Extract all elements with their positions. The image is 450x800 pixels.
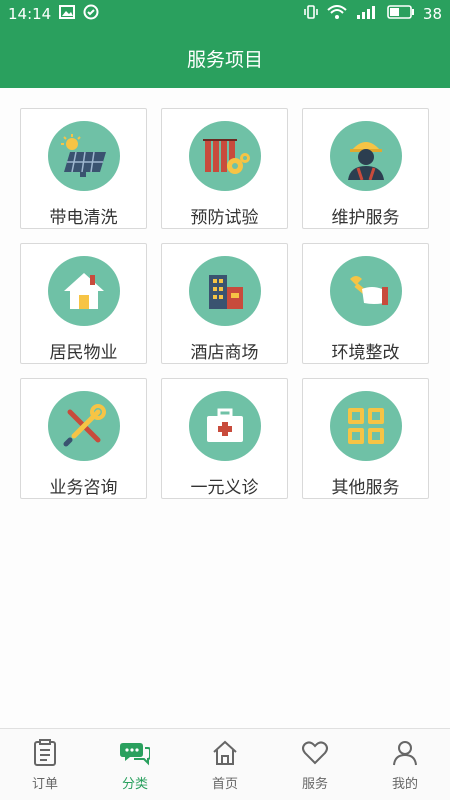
service-label: 一元义诊 <box>190 478 259 498</box>
tab-mine[interactable]: 我的 <box>360 729 450 800</box>
service-label: 环境整改 <box>331 343 400 363</box>
hand-wrench-icon <box>329 256 402 326</box>
service-tile-residential[interactable]: 居民物业 <box>20 243 147 364</box>
tab-category[interactable]: 分类 <box>90 729 180 800</box>
solar-panel-icon <box>47 121 120 191</box>
house-icon <box>47 256 120 326</box>
vibrate-icon <box>303 4 319 24</box>
tab-service[interactable]: 服务 <box>270 729 360 800</box>
status-time: 14:14 <box>8 5 52 23</box>
battery-level: 38 <box>422 5 442 23</box>
tab-label: 订单 <box>31 777 58 792</box>
tab-home[interactable]: 首页 <box>180 729 270 800</box>
app-header: 服务项目 <box>0 28 450 88</box>
service-label: 居民物业 <box>49 343 118 363</box>
service-content: 带电清洗 预防试验 维护服务 居民物业 酒店商场 环境整改 业务咨询 一元义诊 … <box>0 88 450 728</box>
service-tile-other[interactable]: 其他服务 <box>302 378 429 499</box>
service-tile-live-cleaning[interactable]: 带电清洗 <box>20 108 147 229</box>
page-title: 服务项目 <box>186 48 263 71</box>
service-label: 酒店商场 <box>190 343 259 363</box>
bottom-tab-bar: 订单 分类 首页 服务 我的 <box>0 728 450 800</box>
tab-label: 服务 <box>301 777 328 792</box>
tools-icon <box>47 391 120 461</box>
medical-kit-icon <box>188 391 261 461</box>
service-label: 业务咨询 <box>49 478 118 498</box>
service-label: 其他服务 <box>331 478 400 498</box>
status-bar: 14:14 38 <box>0 0 450 28</box>
order-icon <box>32 739 58 767</box>
service-label: 维护服务 <box>331 208 400 228</box>
wifi-icon <box>327 5 347 23</box>
home-icon <box>211 739 239 767</box>
service-tile-consulting[interactable]: 业务咨询 <box>20 378 147 499</box>
user-icon <box>391 739 419 767</box>
buildings-icon <box>188 256 261 326</box>
service-grid: 带电清洗 预防试验 维护服务 居民物业 酒店商场 环境整改 业务咨询 一元义诊 … <box>20 108 429 499</box>
tab-label: 分类 <box>121 777 148 792</box>
worker-icon <box>329 121 402 191</box>
tab-label: 首页 <box>211 777 238 792</box>
service-label: 预防试验 <box>190 208 259 228</box>
service-tile-environment[interactable]: 环境整改 <box>302 243 429 364</box>
service-tile-preventive-test[interactable]: 预防试验 <box>161 108 288 229</box>
heart-icon <box>301 739 329 767</box>
service-tile-clinic[interactable]: 一元义诊 <box>161 378 288 499</box>
service-label: 带电清洗 <box>49 208 118 228</box>
service-tile-maintenance[interactable]: 维护服务 <box>302 108 429 229</box>
service-tile-hotel-mall[interactable]: 酒店商场 <box>161 243 288 364</box>
signal-icon <box>355 5 379 23</box>
factory-gear-icon <box>188 121 261 191</box>
image-notification-icon <box>59 5 76 23</box>
grid-icon <box>329 391 402 461</box>
tab-label: 我的 <box>391 777 418 792</box>
category-chat-icon <box>120 739 150 767</box>
battery-icon <box>387 5 415 23</box>
tab-orders[interactable]: 订单 <box>0 729 90 800</box>
check-circle-icon <box>83 4 99 24</box>
